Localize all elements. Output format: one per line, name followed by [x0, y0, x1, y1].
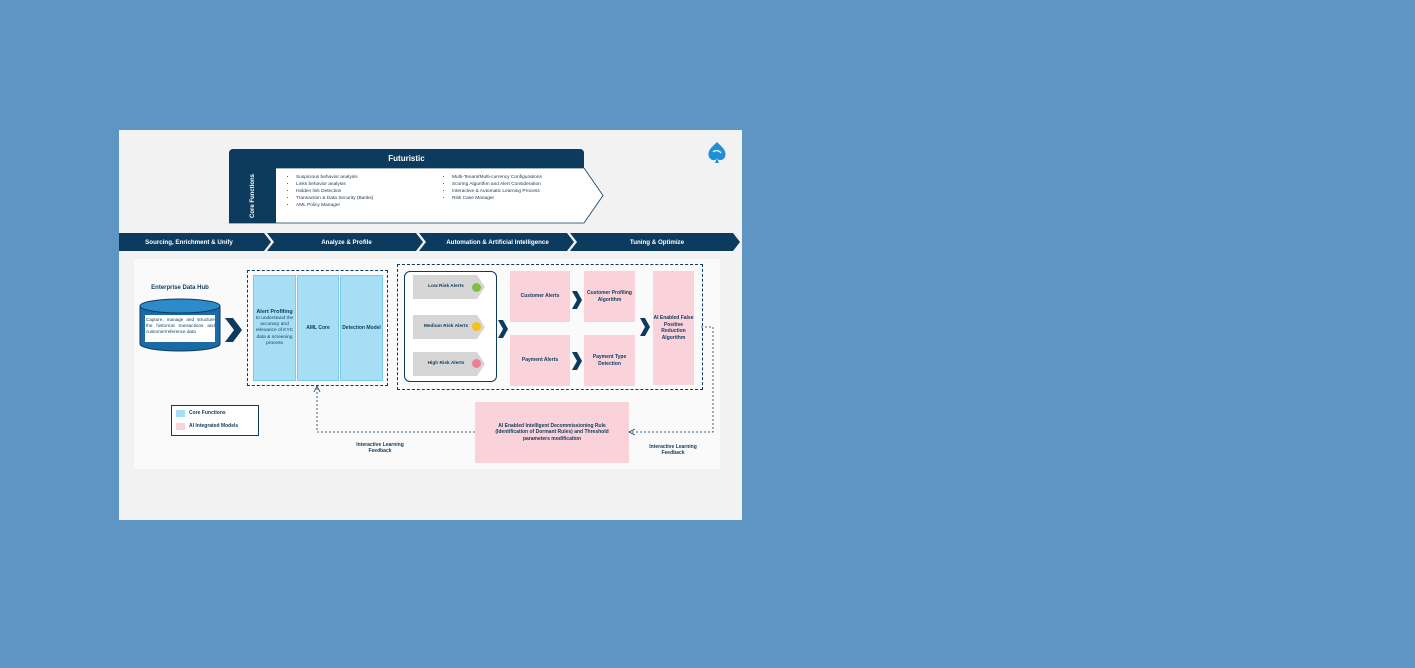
feedback-label-right: Interactive Learning Feedback — [649, 444, 697, 457]
legend-ai-label: AI Integrated Models — [189, 423, 239, 429]
feedback-label-left: Interactive Learning Feedback — [356, 442, 404, 455]
legend-core-swatch — [176, 410, 185, 417]
slide: Futuristic Core Functions Suspicious beh… — [119, 130, 742, 520]
feedback-connectors — [313, 326, 714, 436]
legend: Core Functions AI Integrated Models — [171, 405, 259, 436]
legend-core-label: Core Functions — [189, 410, 226, 416]
legend-ai-swatch — [176, 423, 185, 430]
